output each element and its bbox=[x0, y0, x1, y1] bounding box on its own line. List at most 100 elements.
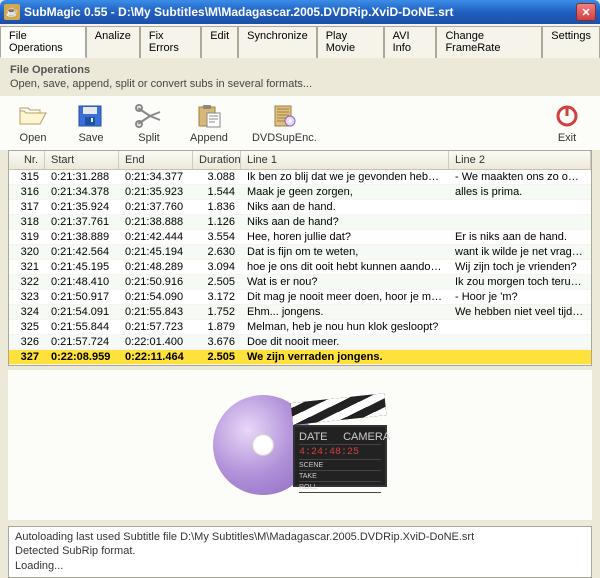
cell-end: 0:21:35.923 bbox=[119, 185, 193, 199]
tab-avi-info[interactable]: AVI Info bbox=[384, 26, 437, 58]
table-row[interactable]: 3260:21:57.7240:22:01.4003.676Doe dit no… bbox=[9, 335, 591, 350]
illustration-area: DATE CAMERA 4:24:48:25 SCENE TAKE ROLL bbox=[8, 370, 592, 520]
cell-start: 0:21:31.288 bbox=[45, 170, 119, 184]
table-row[interactable]: 3250:21:55.8440:21:57.7231.879Melman, he… bbox=[9, 320, 591, 335]
log-panel: Autoloading last used Subtitle file D:\M… bbox=[8, 526, 592, 578]
app-icon: ☕ bbox=[4, 4, 20, 20]
tab-fix-errors[interactable]: Fix Errors bbox=[140, 26, 201, 58]
dvd-hub-icon bbox=[252, 434, 274, 456]
cell-nr: 319 bbox=[9, 230, 45, 244]
cell-start: 0:22:08.959 bbox=[45, 350, 119, 364]
col-line1[interactable]: Line 1 bbox=[241, 151, 449, 169]
split-scissors-icon bbox=[132, 102, 166, 130]
cell-l2: - Hoor je 'm? bbox=[449, 290, 591, 304]
table-row[interactable]: 3200:21:42.5640:21:45.1942.630Dat is fij… bbox=[9, 245, 591, 260]
cell-l1: Niks aan de hand? bbox=[241, 215, 449, 229]
tab-edit[interactable]: Edit bbox=[201, 26, 238, 58]
cell-start: 0:21:42.564 bbox=[45, 245, 119, 259]
table-row[interactable]: 3190:21:38.8890:21:42.4443.554Hee, horen… bbox=[9, 230, 591, 245]
cell-start: 0:21:35.924 bbox=[45, 200, 119, 214]
table-row[interactable]: 3170:21:35.9240:21:37.7601.836Niks aan d… bbox=[9, 200, 591, 215]
exit-button[interactable]: Exit bbox=[550, 102, 584, 144]
split-button[interactable]: Split bbox=[132, 102, 166, 144]
tab-synchronize[interactable]: Synchronize bbox=[238, 26, 317, 58]
cell-l1: Dit mag je nooit meer doen, hoor je me? bbox=[241, 290, 449, 304]
cell-dur: 2.630 bbox=[193, 245, 241, 259]
cell-l1: Ik ben zo blij dat we je gevonden hebben… bbox=[241, 170, 449, 184]
col-duration[interactable]: Duration bbox=[193, 151, 241, 169]
cell-l2: - We maakten ons zo ongerust. bbox=[449, 170, 591, 184]
cell-l2 bbox=[449, 215, 591, 229]
cell-dur: 3.554 bbox=[193, 230, 241, 244]
cell-l2: We hebben niet veel tijd meer. bbox=[449, 305, 591, 319]
table-body: 3150:21:31.2880:21:34.3773.088Ik ben zo … bbox=[9, 170, 591, 365]
tab-file-operations[interactable]: File Operations bbox=[0, 26, 86, 58]
cell-start: 0:21:54.091 bbox=[45, 305, 119, 319]
cell-end: 0:21:45.194 bbox=[119, 245, 193, 259]
tab-change-framerate[interactable]: Change FrameRate bbox=[436, 26, 542, 58]
save-floppy-icon bbox=[74, 102, 108, 130]
col-start[interactable]: Start bbox=[45, 151, 119, 169]
table-row[interactable]: 3240:21:54.0910:21:55.8431.752Ehm... jon… bbox=[9, 305, 591, 320]
cell-nr: 316 bbox=[9, 185, 45, 199]
cell-dur: 2.505 bbox=[193, 350, 241, 364]
cell-l1: We zijn verraden jongens. bbox=[241, 350, 449, 364]
table-row[interactable]: 3160:21:34.3780:21:35.9231.544Maak je ge… bbox=[9, 185, 591, 200]
titlebar: ☕ SubMagic 0.55 - D:\My Subtitles\M\Mada… bbox=[0, 0, 600, 24]
cell-l2 bbox=[449, 320, 591, 334]
cell-nr: 318 bbox=[9, 215, 45, 229]
col-nr[interactable]: Nr. bbox=[9, 151, 45, 169]
dvdsupenc-button[interactable]: DVDSupEnc. bbox=[252, 102, 317, 144]
cell-end: 0:21:54.090 bbox=[119, 290, 193, 304]
cell-l1: Hee, horen jullie dat? bbox=[241, 230, 449, 244]
cell-nr: 322 bbox=[9, 275, 45, 289]
tab-analize[interactable]: Analize bbox=[86, 26, 140, 58]
cell-start: 0:21:37.761 bbox=[45, 215, 119, 229]
cell-nr: 323 bbox=[9, 290, 45, 304]
cell-dur: 1.879 bbox=[193, 320, 241, 334]
cell-nr: 324 bbox=[9, 305, 45, 319]
section-description: Open, save, append, split or convert sub… bbox=[10, 78, 590, 90]
cell-l1: hoe je ons dit ooit hebt kunnen aandoen? bbox=[241, 260, 449, 274]
close-button[interactable]: ✕ bbox=[576, 3, 596, 21]
cell-end: 0:21:50.916 bbox=[119, 275, 193, 289]
open-label: Open bbox=[20, 132, 47, 144]
col-line2[interactable]: Line 2 bbox=[449, 151, 591, 169]
cell-dur: 3.676 bbox=[193, 335, 241, 349]
table-row[interactable]: 3210:21:45.1950:21:48.2893.094hoe je ons… bbox=[9, 260, 591, 275]
cell-dur: 1.544 bbox=[193, 185, 241, 199]
clap-time: 4:24:48:25 bbox=[299, 446, 381, 460]
table-row[interactable]: 3270:22:08.9590:22:11.4642.505We zijn ve… bbox=[9, 350, 591, 365]
table-row[interactable]: 3150:21:31.2880:21:34.3773.088Ik ben zo … bbox=[9, 170, 591, 185]
save-button[interactable]: Save bbox=[74, 102, 108, 144]
cell-dur: 3.088 bbox=[193, 170, 241, 184]
cell-dur: 3.172 bbox=[193, 290, 241, 304]
table-row[interactable]: 3220:21:48.4100:21:50.9162.505Wat is er … bbox=[9, 275, 591, 290]
clap-roll: ROLL bbox=[299, 483, 381, 493]
cell-start: 0:21:57.724 bbox=[45, 335, 119, 349]
cell-l1: Doe dit nooit meer. bbox=[241, 335, 449, 349]
table-row[interactable]: 3180:21:37.7610:21:38.8881.126Niks aan d… bbox=[9, 215, 591, 230]
col-end[interactable]: End bbox=[119, 151, 193, 169]
exit-label: Exit bbox=[558, 132, 576, 144]
clap-take: TAKE bbox=[299, 472, 381, 482]
tab-settings[interactable]: Settings bbox=[542, 26, 600, 58]
subtitle-table: Nr. Start End Duration Line 1 Line 2 315… bbox=[8, 150, 592, 366]
tab-play-movie[interactable]: Play Movie bbox=[317, 26, 384, 58]
cell-l1: Melman, heb je nou hun klok gesloopt? bbox=[241, 320, 449, 334]
split-label: Split bbox=[138, 132, 159, 144]
append-label: Append bbox=[190, 132, 228, 144]
open-button[interactable]: Open bbox=[16, 102, 50, 144]
cell-l1: Maak je geen zorgen, bbox=[241, 185, 449, 199]
cell-l1: Wat is er nou? bbox=[241, 275, 449, 289]
append-button[interactable]: Append bbox=[190, 102, 228, 144]
cell-start: 0:21:50.917 bbox=[45, 290, 119, 304]
cell-dur: 2.505 bbox=[193, 275, 241, 289]
cell-nr: 317 bbox=[9, 200, 45, 214]
cell-l2: Er is niks aan de hand. bbox=[449, 230, 591, 244]
table-row[interactable]: 3230:21:50.9170:21:54.0903.172Dit mag je… bbox=[9, 290, 591, 305]
cell-l2 bbox=[449, 200, 591, 214]
exit-power-icon bbox=[550, 102, 584, 130]
cell-end: 0:21:42.444 bbox=[119, 230, 193, 244]
toolbar: Open Save Split Append DVDSupEnc. Exit bbox=[0, 96, 600, 150]
